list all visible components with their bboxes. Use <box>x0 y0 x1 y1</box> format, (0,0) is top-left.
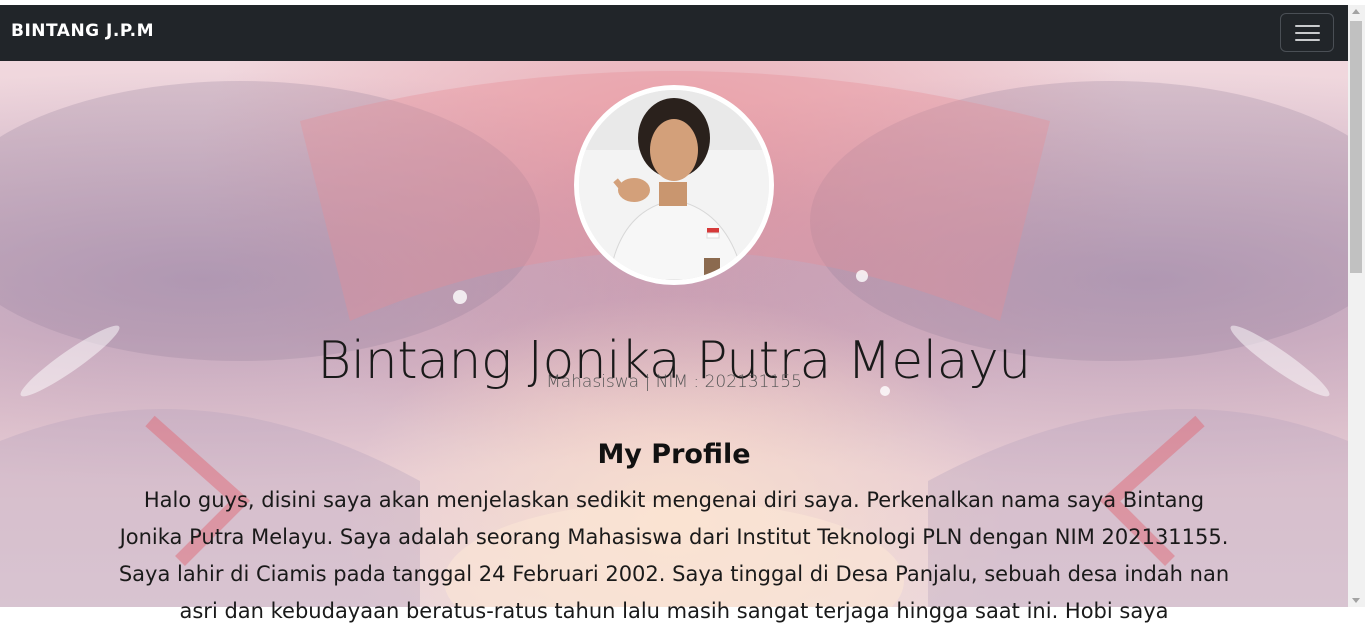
profile-description: Halo guys, disini saya akan menjelaskan … <box>118 488 1230 623</box>
scroll-down-icon[interactable] <box>1352 598 1360 603</box>
navbar-brand[interactable]: BINTANG J.P.M <box>11 21 154 41</box>
profile-photo-icon <box>579 90 769 280</box>
navbar: BINTANG J.P.M <box>0 5 1348 61</box>
profile-avatar <box>574 85 774 285</box>
profile-subtitle: Mahasiswa | NIM : 202131155 <box>546 372 802 392</box>
scroll-up-icon[interactable] <box>1352 9 1360 14</box>
navbar-toggler-button[interactable] <box>1280 13 1334 52</box>
scrollbar-thumb[interactable] <box>1350 21 1362 273</box>
section-title: My Profile <box>597 439 751 471</box>
page-scrollbar[interactable] <box>1348 5 1365 607</box>
